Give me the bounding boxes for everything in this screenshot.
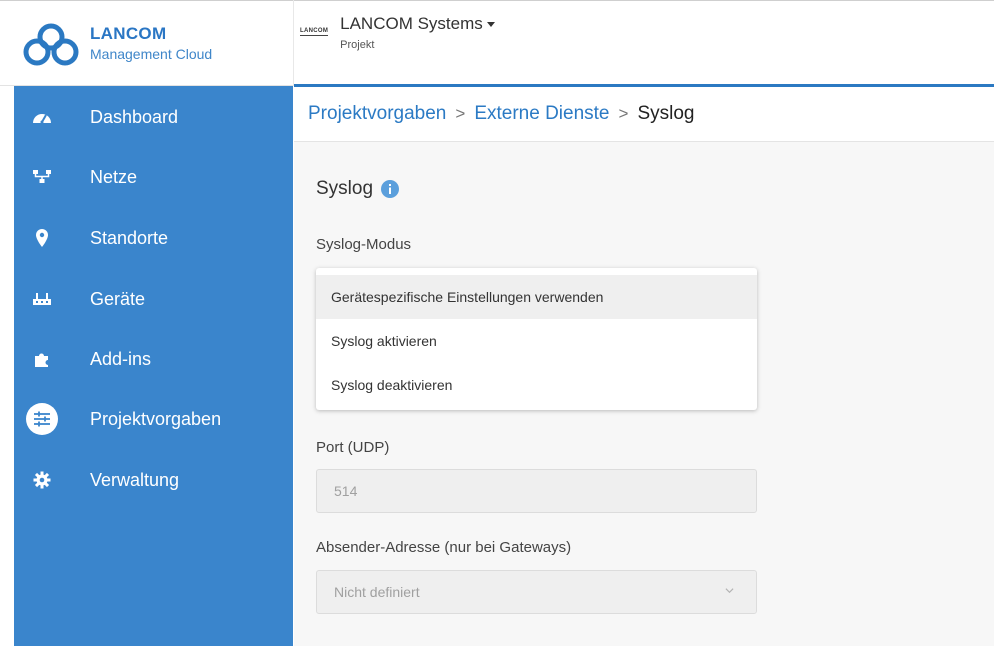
org-switcher[interactable]: LANCOM LANCOM Systems Projekt [300, 14, 495, 70]
org-type: Projekt [340, 39, 375, 51]
header-divider [293, 0, 294, 86]
chevron-down-icon [725, 588, 734, 594]
dashboard-icon [26, 101, 58, 133]
breadcrumb: Projektvorgaben > Externe Dienste > Sysl… [294, 87, 994, 142]
brand-subtitle: Management Cloud [90, 46, 213, 62]
info-icon[interactable] [381, 180, 400, 198]
port-input[interactable]: 514 [316, 469, 757, 513]
sliders-icon [26, 403, 58, 435]
puzzle-icon [26, 343, 58, 375]
sidebar-item-label: Projektvorgaben [90, 408, 222, 429]
dropdown-option-disable[interactable]: Syslog deaktivieren [316, 363, 757, 407]
dropdown-option-device-specific[interactable]: Gerätespezifische Einstellungen verwende… [316, 275, 757, 319]
dropdown-option-enable[interactable]: Syslog aktivieren [316, 319, 757, 363]
main-content: Syslog Syslog-Modus Gerätespezifische Ei… [294, 142, 994, 646]
devices-icon [26, 283, 58, 315]
sidebar-item-verwaltung[interactable]: Verwaltung [14, 457, 293, 503]
sidebar-item-netze[interactable]: Netze [14, 154, 293, 200]
network-icon [26, 161, 58, 193]
breadcrumb-item-externe-dienste[interactable]: Externe Dienste [474, 103, 609, 125]
syslog-mode-label: Syslog-Modus [316, 236, 412, 253]
sender-address-select[interactable]: Nicht definiert [316, 570, 757, 614]
sidebar-item-add-ins[interactable]: Add-ins [14, 336, 293, 382]
cloud-logo-icon [23, 23, 79, 66]
location-pin-icon [26, 222, 58, 254]
brand-title: LANCOM [90, 24, 167, 43]
breadcrumb-item-projektvorgaben[interactable]: Projektvorgaben [308, 103, 446, 125]
page-title: Syslog [316, 178, 400, 200]
sidebar-item-dashboard[interactable]: Dashboard [14, 94, 293, 140]
sidebar-item-standorte[interactable]: Standorte [14, 215, 293, 261]
sidebar-item-label: Standorte [90, 227, 169, 248]
sidebar-item-label: Add-ins [90, 348, 152, 369]
gear-icon [26, 464, 58, 496]
sidebar-item-projektvorgaben[interactable]: Projektvorgaben [14, 396, 293, 442]
sidebar: Dashboard Netze Standorte Geräte Add-ins… [14, 86, 293, 646]
caret-down-icon [486, 21, 495, 27]
sidebar-item-geraete[interactable]: Geräte [14, 276, 293, 322]
org-name[interactable]: LANCOM Systems [340, 14, 495, 34]
sidebar-item-label: Geräte [90, 288, 146, 309]
sidebar-item-label: Dashboard [90, 106, 179, 127]
syslog-mode-dropdown-menu[interactable]: Gerätespezifische Einstellungen verwende… [316, 268, 757, 410]
sender-address-label: Absender-Adresse (nur bei Gateways) [316, 539, 572, 556]
org-name-label: LANCOM Systems [340, 14, 483, 33]
breadcrumb-current: Syslog [637, 103, 695, 124]
sidebar-item-label: Netze [90, 166, 138, 187]
brand[interactable]: LANCOM Management Cloud [14, 0, 294, 86]
top-header: LANCOM Management Cloud LANCOM LANCOM Sy… [0, 0, 994, 86]
breadcrumb-separator: > [618, 104, 629, 123]
sender-address-value: Nicht definiert [334, 584, 420, 600]
org-logo: LANCOM [300, 28, 329, 36]
sidebar-item-label: Verwaltung [90, 469, 180, 490]
breadcrumb-separator: > [455, 104, 466, 123]
port-label: Port (UDP) [316, 439, 390, 456]
page-title-text: Syslog [316, 178, 374, 199]
